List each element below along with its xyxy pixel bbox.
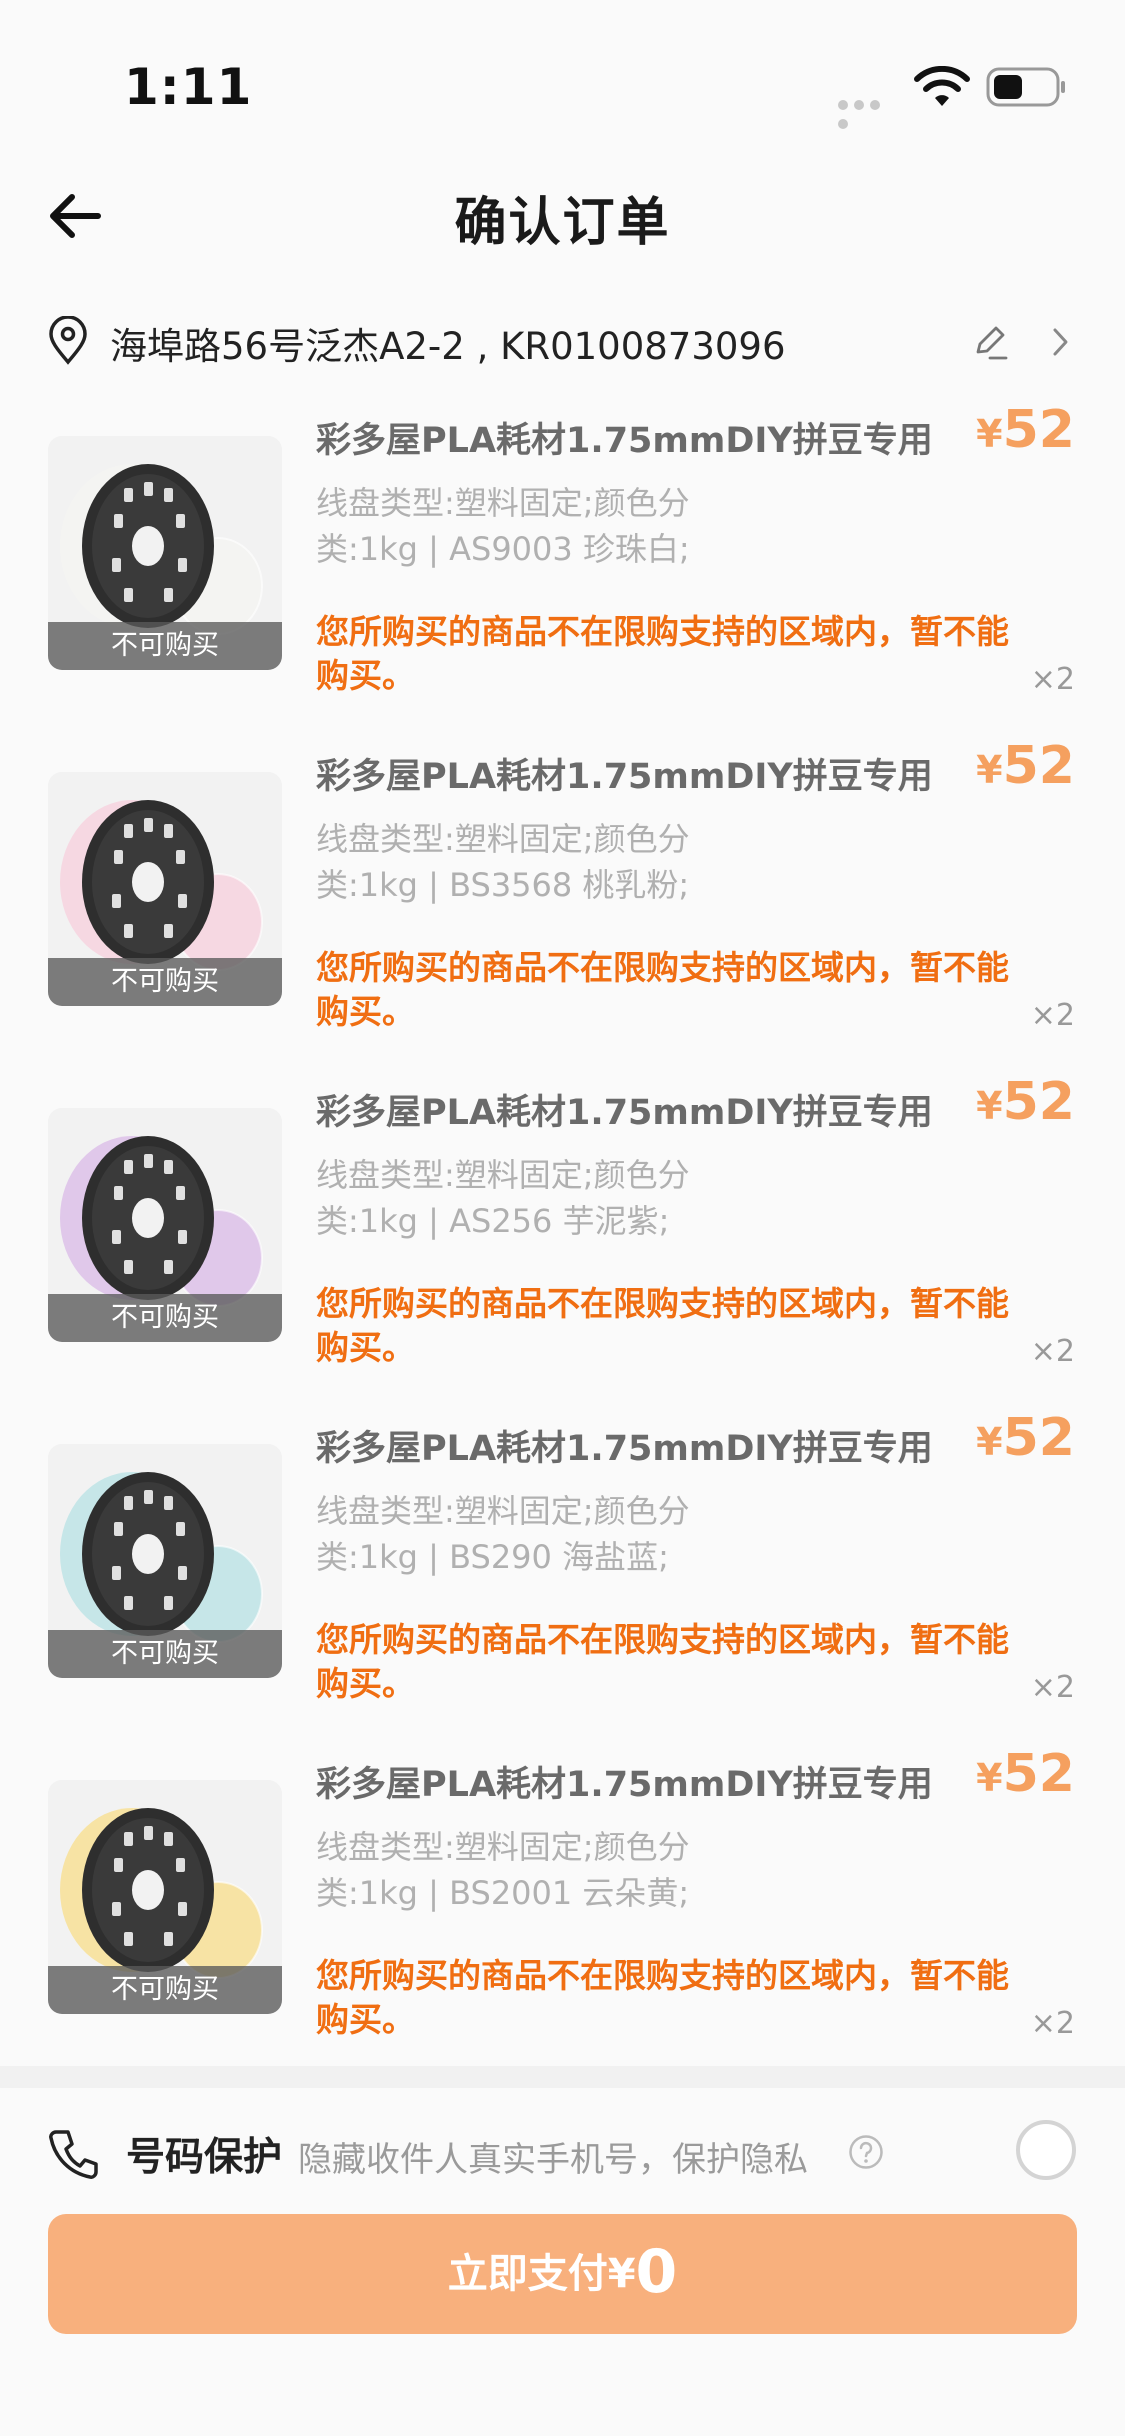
region-warning: 您所购买的商品不在限购支持的区域内，暂不能购买。 xyxy=(316,612,1009,695)
product-price: ¥52 xyxy=(976,1744,1075,1804)
unavailable-badge: 不可购买 xyxy=(48,622,282,670)
region-warning: 您所购买的商品不在限购支持的区域内，暂不能购买。 xyxy=(316,1284,1009,1367)
nav-header: 确认订单 xyxy=(0,150,1125,280)
product-price: ¥52 xyxy=(976,736,1075,796)
product-spec: 线盘类型:塑料固定;颜色分类:1kg | AS9003 珍珠白; xyxy=(316,484,690,568)
product-title: 彩多屋PLA耗材1.75mmDIY拼豆专用 xyxy=(316,1093,933,1133)
unavailable-badge: 不可购买 xyxy=(48,958,282,1006)
product-quantity: ×2 xyxy=(1030,2006,1075,2041)
product-title: 彩多屋PLA耗材1.75mmDIY拼豆专用 xyxy=(316,421,933,461)
product-thumbnail[interactable]: 不可购买 xyxy=(48,1108,282,1342)
product-spec: 线盘类型:塑料固定;颜色分类:1kg | BS290 海盐蓝; xyxy=(316,1492,690,1576)
unavailable-badge: 不可购买 xyxy=(48,1294,282,1342)
number-protection-title: 号码保护 xyxy=(126,2135,283,2180)
edit-icon[interactable] xyxy=(970,322,1010,362)
unavailable-badge: 不可购买 xyxy=(48,1966,282,2014)
product-quantity: ×2 xyxy=(1030,998,1075,1033)
product-item[interactable]: 不可购买 彩多屋PLA耗材1.75mmDIY拼豆专用 ¥52 线盘类型:塑料固定… xyxy=(0,1408,1125,1744)
product-list: 不可购买 彩多屋PLA耗材1.75mmDIY拼豆专用 ¥52 线盘类型:塑料固定… xyxy=(0,400,1125,2080)
product-title: 彩多屋PLA耗材1.75mmDIY拼豆专用 xyxy=(316,757,933,797)
product-quantity: ×2 xyxy=(1030,662,1075,697)
product-spec: 线盘类型:塑料固定;颜色分类:1kg | BS3568 桃乳粉; xyxy=(316,820,690,904)
status-time: 1:11 xyxy=(124,58,253,116)
product-item[interactable]: 不可购买 彩多屋PLA耗材1.75mmDIY拼豆专用 ¥52 线盘类型:塑料固定… xyxy=(0,400,1125,736)
address-row[interactable]: 海埠路56号泛杰A2-2 , KR0100873096 xyxy=(0,300,1125,380)
address-text: 海埠路56号泛杰A2-2 , KR0100873096 xyxy=(110,325,786,368)
signal-icon xyxy=(838,95,900,129)
number-protection-row: 号码保护 隐藏收件人真实手机号，保护隐私 xyxy=(0,2100,1125,2200)
product-price: ¥52 xyxy=(976,1408,1075,1468)
product-thumbnail[interactable]: 不可购买 xyxy=(48,772,282,1006)
pay-label: 立即支付¥ xyxy=(447,2251,636,2297)
help-icon[interactable] xyxy=(848,2134,884,2170)
product-price: ¥52 xyxy=(976,1072,1075,1132)
unavailable-badge: 不可购买 xyxy=(48,1630,282,1678)
region-warning: 您所购买的商品不在限购支持的区域内，暂不能购买。 xyxy=(316,1620,1009,1703)
product-item[interactable]: 不可购买 彩多屋PLA耗材1.75mmDIY拼豆专用 ¥52 线盘类型:塑料固定… xyxy=(0,736,1125,1072)
product-thumbnail[interactable]: 不可购买 xyxy=(48,436,282,670)
product-quantity: ×2 xyxy=(1030,1670,1075,1705)
section-divider xyxy=(0,2066,1125,2088)
region-warning: 您所购买的商品不在限购支持的区域内，暂不能购买。 xyxy=(316,948,1009,1031)
product-spec: 线盘类型:塑料固定;颜色分类:1kg | BS2001 云朵黄; xyxy=(316,1828,690,1912)
product-spec: 线盘类型:塑料固定;颜色分类:1kg | AS256 芋泥紫; xyxy=(316,1156,690,1240)
number-protection-radio[interactable] xyxy=(1016,2120,1076,2180)
product-title: 彩多屋PLA耗材1.75mmDIY拼豆专用 xyxy=(316,1429,933,1469)
product-thumbnail[interactable]: 不可购买 xyxy=(48,1444,282,1678)
pay-amount: 0 xyxy=(635,2237,678,2307)
chevron-right-icon[interactable] xyxy=(1046,324,1074,360)
battery-icon xyxy=(986,67,1065,107)
product-quantity: ×2 xyxy=(1030,1334,1075,1369)
status-bar: 1:11 xyxy=(0,0,1125,150)
location-pin-icon xyxy=(49,316,87,365)
product-title: 彩多屋PLA耗材1.75mmDIY拼豆专用 xyxy=(316,1765,933,1805)
product-item[interactable]: 不可购买 彩多屋PLA耗材1.75mmDIY拼豆专用 ¥52 线盘类型:塑料固定… xyxy=(0,1072,1125,1408)
pay-now-button[interactable]: 立即支付¥0 xyxy=(48,2214,1077,2334)
wifi-icon xyxy=(914,66,970,106)
product-price: ¥52 xyxy=(976,400,1075,460)
order-confirm-page: 1:11 确认订单 海埠路56号泛杰A2-2 , KR0100873096 不可… xyxy=(0,0,1125,2436)
product-thumbnail[interactable]: 不可购买 xyxy=(48,1780,282,2014)
region-warning: 您所购买的商品不在限购支持的区域内，暂不能购买。 xyxy=(316,1956,1009,2039)
page-title: 确认订单 xyxy=(454,193,671,253)
number-protection-description: 隐藏收件人真实手机号，保护隐私 xyxy=(298,2140,808,2180)
product-item[interactable]: 不可购买 彩多屋PLA耗材1.75mmDIY拼豆专用 ¥52 线盘类型:塑料固定… xyxy=(0,1744,1125,2080)
phone-icon xyxy=(49,2130,98,2179)
